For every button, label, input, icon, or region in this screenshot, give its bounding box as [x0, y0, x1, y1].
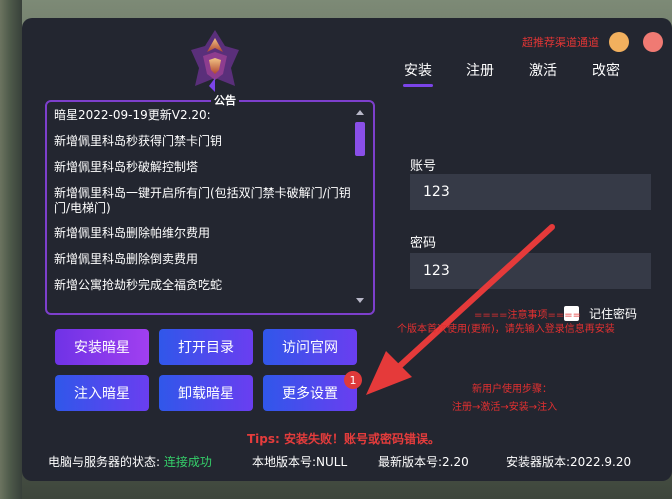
tab-register[interactable]: 注册	[466, 60, 494, 80]
list-item: 新增佩里科岛一键开启所有门(包括双门禁卡破解门/门钥门/电梯门)	[54, 186, 351, 215]
account-label: 账号	[410, 159, 437, 174]
account-field[interactable]	[410, 174, 651, 210]
list-item: 新增佩里科岛删除帕维尔费用	[54, 226, 211, 240]
list-item: 新增佩里科岛删除倒卖费用	[54, 252, 199, 266]
notice-title: 公告	[211, 92, 239, 108]
tab-install[interactable]: 安装	[403, 60, 433, 87]
list-item: 新增佩里科岛秒破解控制塔	[54, 160, 199, 174]
install-button[interactable]: 安装暗星	[55, 329, 149, 365]
launcher-window: 超推荐渠道通道 安装 注册 激活 改密 公告 暗星2022-09-19更新V2.…	[22, 18, 672, 481]
tab-activate[interactable]: 激活	[529, 60, 557, 80]
notes-line: 个版本首次使用(更新)，请先输入登录信息再安装	[397, 324, 615, 335]
rank-logo-icon	[191, 30, 239, 92]
scroll-thumb[interactable]	[355, 122, 365, 156]
server-status: 电脑与服务器的状态: 连接成功	[48, 453, 212, 470]
tab-change-password[interactable]: 改密	[592, 60, 620, 80]
notes-steps-title: 新用户使用步骤：	[472, 384, 552, 395]
installer-version: 安装器版本:2022.9.20	[506, 455, 632, 469]
special-channel-link[interactable]: 超推荐渠道通道	[522, 34, 599, 50]
scroll-up-arrow-icon[interactable]	[356, 110, 364, 115]
notes-steps: 注册→激活→安装→注入	[452, 402, 558, 413]
server-status-value: 连接成功	[163, 455, 212, 469]
error-tips: Tips: 安装失败！账号或密码错误。	[247, 432, 441, 446]
list-item: 暗星2022-09-19更新V2.20:	[54, 108, 211, 122]
visit-website-button[interactable]: 访问官网	[263, 329, 357, 365]
minimize-button[interactable]	[609, 32, 629, 52]
uninstall-button[interactable]: 卸载暗星	[159, 375, 253, 411]
close-button[interactable]	[643, 32, 663, 52]
local-version: 本地版本号:NULL	[252, 455, 348, 469]
server-status-label: 电脑与服务器的状态:	[48, 455, 161, 469]
list-item: 新增佩里科岛秒获得门禁卡门钥	[54, 134, 223, 148]
latest-version: 最新版本号:2.20	[378, 455, 469, 469]
list-item: 新增公寓抢劫秒完成全福贪吃蛇	[54, 278, 223, 292]
notes-heading: ====注意事项====	[474, 310, 582, 321]
inject-button[interactable]: 注入暗星	[55, 375, 149, 411]
more-settings-button[interactable]: 更多设置	[263, 375, 357, 411]
open-directory-button[interactable]: 打开目录	[159, 329, 253, 365]
